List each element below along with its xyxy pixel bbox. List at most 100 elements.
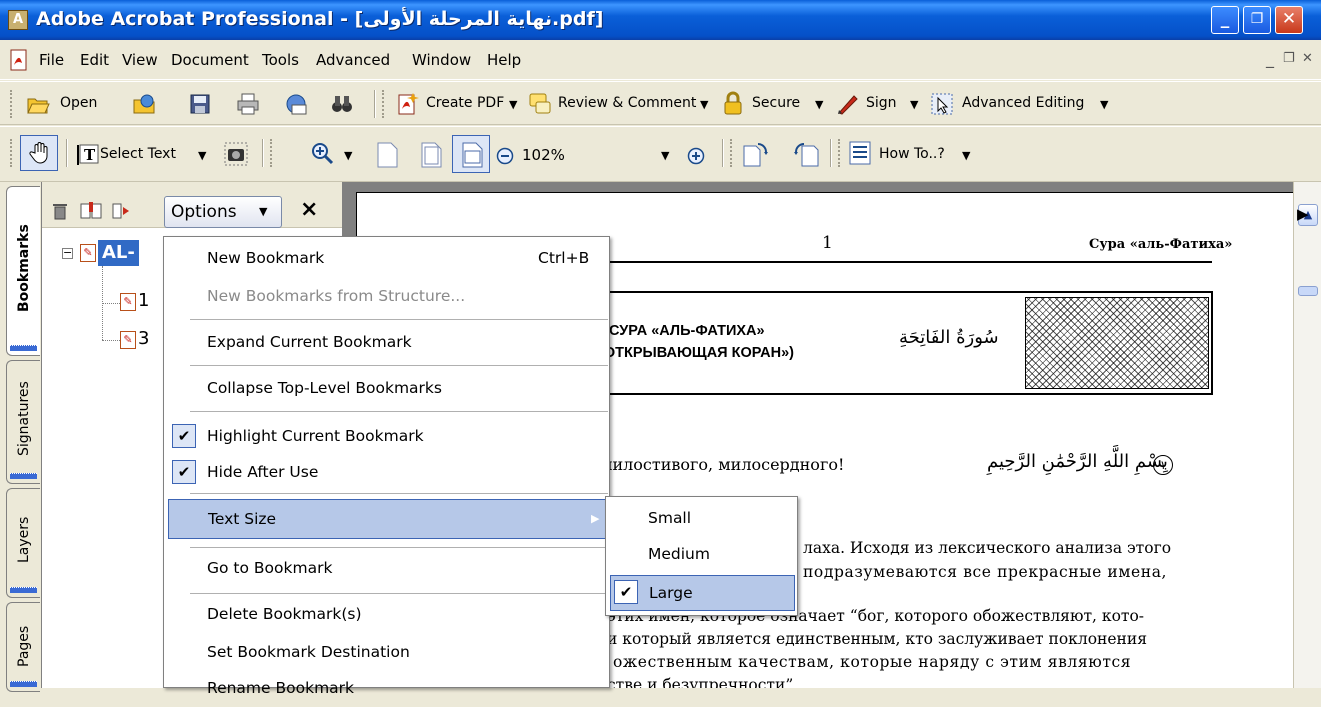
toolbar-grip[interactable] xyxy=(10,90,14,118)
sign-pen-icon[interactable] xyxy=(836,92,860,116)
title-bar[interactable]: A Adobe Acrobat Professional - [نهاية ال… xyxy=(0,0,1321,40)
bookmark-item-root[interactable]: AL- xyxy=(98,240,139,266)
menu-help[interactable]: Help xyxy=(487,51,521,69)
zoom-in-small-icon[interactable] xyxy=(687,147,705,165)
svg-text:T: T xyxy=(84,146,96,164)
doc-close-button[interactable]: ✕ xyxy=(1302,51,1313,66)
scroll-thumb[interactable] xyxy=(1298,286,1318,296)
toolbar-grip[interactable] xyxy=(10,139,14,167)
print-icon[interactable] xyxy=(236,92,260,116)
menu-new-from-structure-label: New Bookmarks from Structure... xyxy=(207,287,466,305)
menu-file[interactable]: File xyxy=(39,51,64,69)
menu-text-size-label: Text Size xyxy=(208,510,277,528)
menu-view[interactable]: View xyxy=(122,51,158,69)
search-binoculars-icon[interactable] xyxy=(330,92,354,116)
bookmark-item-3[interactable]: 3 xyxy=(138,328,149,349)
organizer-icon[interactable] xyxy=(132,92,156,116)
close-button[interactable]: ✕ xyxy=(1275,6,1303,34)
options-button[interactable]: Options ▼ xyxy=(164,196,282,228)
how-to-dropdown-arrow[interactable]: ▼ xyxy=(962,149,970,162)
create-pdf-button[interactable]: Create PDF xyxy=(426,95,504,111)
tab-signatures[interactable]: Signatures xyxy=(6,360,40,484)
zoom-in-icon[interactable] xyxy=(310,141,334,165)
menu-separator xyxy=(190,319,608,320)
review-comment-dropdown-arrow[interactable]: ▼ xyxy=(700,98,708,111)
menu-tools[interactable]: Tools xyxy=(262,51,299,69)
review-comment-button[interactable]: Review & Comment xyxy=(558,95,696,111)
email-icon[interactable] xyxy=(284,92,308,116)
menu-go-to-bookmark[interactable]: Go to Bookmark xyxy=(164,549,609,587)
menu-document[interactable]: Document xyxy=(171,51,249,69)
sign-dropdown-arrow[interactable]: ▼ xyxy=(910,98,918,111)
menu-text-size-large[interactable]: ✔ Large xyxy=(610,575,795,611)
close-panel-button[interactable]: × xyxy=(300,197,318,222)
toolbar-grip[interactable] xyxy=(838,139,842,167)
how-to-icon[interactable] xyxy=(848,141,872,165)
menu-new-from-structure[interactable]: New Bookmarks from Structure... xyxy=(164,277,609,315)
secure-button[interactable]: Secure xyxy=(752,95,800,111)
hand-tool-button[interactable] xyxy=(20,135,58,171)
menu-text-size-medium[interactable]: Medium xyxy=(606,535,797,573)
menu-delete-bookmark[interactable]: Delete Bookmark(s) xyxy=(164,595,609,633)
pdf-document-icon[interactable] xyxy=(8,49,30,71)
menu-text-size-small[interactable]: Small xyxy=(606,499,797,537)
menu-edit[interactable]: Edit xyxy=(80,51,109,69)
acrobat-app-icon[interactable]: A xyxy=(8,10,28,30)
vertical-scrollbar[interactable]: ▲ xyxy=(1293,182,1321,688)
collapse-toggle[interactable]: − xyxy=(62,247,73,259)
toolbar-grip[interactable] xyxy=(730,139,734,167)
select-text-button[interactable]: Select Text xyxy=(100,146,176,162)
menu-text-size-small-label: Small xyxy=(648,509,692,527)
menu-new-bookmark[interactable]: New Bookmark Ctrl+B xyxy=(164,239,609,277)
toolbar-grip[interactable] xyxy=(382,90,386,118)
menu-advanced[interactable]: Advanced xyxy=(316,51,390,69)
menu-collapse-top[interactable]: Collapse Top-Level Bookmarks xyxy=(164,369,609,407)
doc-restore-button[interactable]: ❐ xyxy=(1283,51,1295,66)
secure-dropdown-arrow[interactable]: ▼ xyxy=(815,98,823,111)
minimize-button[interactable]: _ xyxy=(1211,6,1239,34)
menu-set-destination[interactable]: Set Bookmark Destination xyxy=(164,633,609,671)
menu-window[interactable]: Window xyxy=(412,51,471,69)
rotate-clockwise-icon[interactable] xyxy=(742,140,770,168)
advanced-editing-icon[interactable] xyxy=(930,92,954,116)
open-folder-icon[interactable] xyxy=(26,92,50,116)
menu-expand-current[interactable]: Expand Current Bookmark xyxy=(164,323,609,361)
zoom-level-field[interactable]: 102% xyxy=(518,143,652,169)
tab-bookmarks-strip xyxy=(10,345,37,351)
show-navigation-arrow-icon[interactable]: ▶ xyxy=(1297,205,1309,223)
create-pdf-dropdown-arrow[interactable]: ▼ xyxy=(509,98,517,111)
tab-bookmarks[interactable]: Bookmarks xyxy=(6,186,40,356)
review-comment-icon[interactable] xyxy=(528,92,552,116)
lock-icon[interactable] xyxy=(721,91,745,115)
new-bookmark-icon[interactable] xyxy=(80,202,102,220)
save-icon[interactable] xyxy=(188,92,212,116)
actual-size-icon[interactable] xyxy=(374,141,400,169)
delete-bookmark-icon[interactable] xyxy=(52,202,68,220)
advanced-editing-button[interactable]: Advanced Editing xyxy=(962,95,1084,111)
toolbar-grip[interactable] xyxy=(270,139,274,167)
snapshot-camera-icon[interactable] xyxy=(224,142,248,166)
restore-button[interactable]: ❐ xyxy=(1243,6,1271,34)
how-to-button[interactable]: How To..? xyxy=(879,146,945,162)
menu-highlight-current[interactable]: ✔ Highlight Current Bookmark xyxy=(164,417,609,455)
menu-hide-after-use[interactable]: ✔ Hide After Use xyxy=(164,453,609,491)
menu-rename-bookmark[interactable]: Rename Bookmark xyxy=(164,669,609,707)
doc-minimize-button[interactable]: _ xyxy=(1266,49,1274,68)
rotate-counterclockwise-icon[interactable] xyxy=(792,140,820,168)
tab-layers[interactable]: Layers xyxy=(6,488,40,598)
tab-pages[interactable]: Pages xyxy=(6,602,40,692)
create-pdf-icon[interactable] xyxy=(396,92,420,116)
fit-page-icon[interactable] xyxy=(418,141,444,169)
bookmark-item-1[interactable]: 1 xyxy=(138,290,149,311)
open-button[interactable]: Open xyxy=(60,95,97,111)
sign-button[interactable]: Sign xyxy=(866,95,897,111)
zoom-tool-dropdown-arrow[interactable]: ▼ xyxy=(344,149,352,162)
fit-width-button[interactable] xyxy=(452,135,490,173)
select-text-icon[interactable]: T xyxy=(76,143,100,167)
expand-bookmark-icon[interactable] xyxy=(112,202,130,220)
advanced-editing-dropdown-arrow[interactable]: ▼ xyxy=(1100,98,1108,111)
zoom-out-icon[interactable] xyxy=(496,147,514,165)
zoom-level-dropdown-arrow[interactable]: ▼ xyxy=(661,149,669,162)
menu-text-size[interactable]: Text Size ▶ xyxy=(168,499,607,539)
select-text-dropdown-arrow[interactable]: ▼ xyxy=(198,149,206,162)
